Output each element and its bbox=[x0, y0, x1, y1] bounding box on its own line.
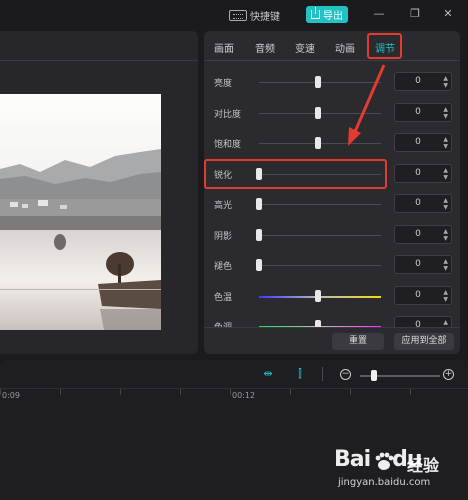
value-text: 0 bbox=[415, 76, 421, 86]
properties-panel: 画面 音频 变速 动画 调节 亮度 0 ▲ ▼ 对比度 0 ▲ ▼ 饱和度 0 ▲ ▼ 锐化 0 ▲ ▼ 高光 0… bbox=[204, 31, 460, 354]
slider-track-shadow[interactable] bbox=[259, 234, 381, 236]
export-label: 导出 bbox=[323, 11, 343, 22]
ruler-tick bbox=[230, 389, 231, 395]
shortcut-label: 快捷键 bbox=[250, 12, 280, 23]
zoom-out-icon[interactable]: − bbox=[340, 369, 351, 380]
panel-footer: 重置 应用到全部 bbox=[204, 327, 460, 354]
adjust-row-highlight: 高光 0 ▲ ▼ bbox=[204, 189, 460, 219]
adjust-label-fade: 褪色 bbox=[214, 262, 233, 272]
adjust-row-fade: 褪色 0 ▲ ▼ bbox=[204, 250, 460, 280]
value-input-shadow[interactable]: 0 ▲ ▼ bbox=[394, 224, 452, 244]
watermark-url: jingyan.baidu.com bbox=[338, 477, 431, 488]
video-frame-image bbox=[0, 94, 161, 330]
stepper-arrows-icon[interactable]: ▲▼ bbox=[443, 75, 448, 89]
ruler-tick bbox=[0, 389, 1, 395]
adjust-row-saturation: 饱和度 0 ▲ ▼ bbox=[204, 128, 460, 158]
ruler-tick bbox=[60, 389, 61, 395]
adjust-tab-highlight-box bbox=[367, 33, 402, 59]
video-preview[interactable] bbox=[0, 94, 161, 330]
video-player: 原始 bbox=[0, 31, 198, 374]
stepper-arrows-icon[interactable]: ▲▼ bbox=[443, 289, 448, 303]
slider-track-fade[interactable] bbox=[259, 265, 381, 266]
ruler-tick bbox=[180, 389, 181, 395]
adjust-label-temperature: 色温 bbox=[214, 292, 233, 303]
stepper-arrows-icon[interactable]: ▲▼ bbox=[443, 197, 448, 211]
tab-audio[interactable]: 音频 bbox=[255, 40, 275, 55]
value-text: 0 bbox=[415, 106, 421, 117]
slider-handle-saturation[interactable] bbox=[314, 137, 321, 149]
adjust-label-highlight: 高光 bbox=[214, 201, 233, 211]
value-input-sharpen[interactable]: 0 ▲ ▼ bbox=[394, 163, 452, 183]
slider-handle-contrast[interactable] bbox=[314, 106, 321, 119]
adjust-label-brightness: 亮度 bbox=[214, 79, 233, 89]
value-input-fade[interactable]: 0 ▲ ▼ bbox=[394, 255, 452, 274]
adjust-label-shadow: 阴影 bbox=[214, 231, 233, 242]
value-text: 0 bbox=[415, 198, 421, 208]
timecode-label: 00:12 bbox=[232, 391, 256, 400]
timeline-ruler[interactable]: 0:09 00:12 bbox=[0, 388, 468, 404]
value-input-highlight[interactable]: 0 ▲ ▼ bbox=[394, 194, 452, 213]
reset-button[interactable]: 重置 bbox=[332, 333, 384, 350]
shortcut-button[interactable]: 快捷键 bbox=[229, 7, 280, 24]
slider-handle-temperature[interactable] bbox=[314, 289, 321, 302]
split-icon[interactable]: ⫿ bbox=[293, 368, 307, 380]
value-text: 0 bbox=[415, 137, 421, 147]
value-text: 0 bbox=[415, 289, 421, 300]
tab-speed[interactable]: 变速 bbox=[295, 40, 315, 55]
ruler-tick bbox=[120, 389, 121, 395]
stepper-arrows-icon[interactable]: ▲▼ bbox=[443, 167, 448, 181]
value-input-brightness[interactable]: 0 ▲ ▼ bbox=[394, 72, 452, 91]
value-input-temperature[interactable]: 0 ▲ ▼ bbox=[394, 285, 452, 305]
slider-handle-fade[interactable] bbox=[256, 259, 262, 271]
value-text: 0 bbox=[415, 167, 421, 178]
adjust-row-contrast: 对比度 0 ▲ ▼ bbox=[204, 98, 460, 128]
adjust-row-temperature: 色温 0 ▲ ▼ bbox=[204, 281, 460, 311]
adjust-row-shadow: 阴影 0 ▲ ▼ bbox=[204, 220, 460, 250]
sharpen-highlight-box bbox=[204, 159, 387, 189]
minimize-icon[interactable]: — bbox=[372, 7, 386, 21]
value-input-saturation[interactable]: 0 ▲ ▼ bbox=[394, 133, 452, 152]
slider-handle-brightness[interactable] bbox=[314, 76, 321, 88]
paw-icon bbox=[375, 452, 394, 470]
adjust-label-saturation: 饱和度 bbox=[214, 140, 242, 150]
export-button[interactable]: 导出 bbox=[306, 6, 348, 23]
ruler-tick bbox=[290, 389, 291, 395]
baidu-jingyan-watermark: Bai du 经验 jingyan.baidu.com bbox=[334, 447, 464, 497]
value-input-contrast[interactable]: 0 ▲ ▼ bbox=[394, 102, 452, 122]
export-icon bbox=[311, 7, 320, 19]
value-text: 0 bbox=[415, 259, 421, 269]
stepper-arrows-icon[interactable]: ▲▼ bbox=[443, 258, 448, 272]
timeline-toolbar: ⇹ ⫿ − + bbox=[0, 360, 468, 388]
value-text: 0 bbox=[415, 228, 421, 239]
watermark-brand: 经验 bbox=[407, 456, 440, 475]
adjust-label-contrast: 对比度 bbox=[214, 109, 242, 120]
zoom-in-icon[interactable]: + bbox=[443, 369, 454, 380]
slider-track-highlight[interactable] bbox=[259, 204, 381, 205]
link-icon[interactable]: ⇹ bbox=[261, 368, 275, 380]
maximize-icon[interactable]: ❐ bbox=[408, 7, 422, 21]
stepper-arrows-icon[interactable]: ▲▼ bbox=[443, 228, 448, 242]
slider-handle-highlight[interactable] bbox=[256, 198, 262, 210]
tab-animation[interactable]: 动画 bbox=[335, 40, 355, 55]
apply-to-all-button[interactable]: 应用到全部 bbox=[394, 333, 454, 350]
slider-handle-shadow[interactable] bbox=[256, 228, 262, 241]
player-header bbox=[0, 31, 198, 61]
stepper-arrows-icon[interactable]: ▲▼ bbox=[443, 136, 448, 150]
stepper-arrows-icon[interactable]: ▲▼ bbox=[443, 106, 448, 120]
toolbar-divider bbox=[322, 367, 323, 381]
zoom-slider-handle[interactable] bbox=[371, 370, 377, 381]
close-icon[interactable]: ✕ bbox=[441, 7, 455, 21]
ruler-tick bbox=[350, 389, 351, 395]
keyboard-icon bbox=[229, 10, 247, 21]
panel-tabs: 画面 音频 变速 动画 调节 bbox=[204, 31, 460, 61]
tab-picture[interactable]: 画面 bbox=[214, 40, 234, 55]
adjust-row-brightness: 亮度 0 ▲ ▼ bbox=[204, 67, 460, 97]
title-bar: 快捷键 导出 — ❐ ✕ bbox=[0, 0, 468, 30]
timecode-label: 0:09 bbox=[2, 391, 20, 400]
ruler-tick bbox=[410, 389, 411, 395]
